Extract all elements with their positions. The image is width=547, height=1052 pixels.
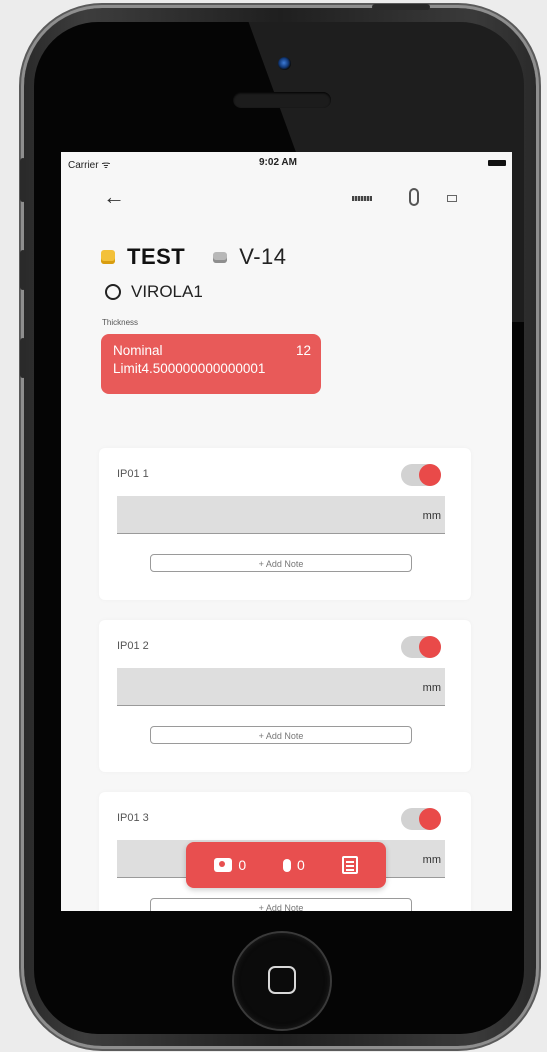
- measurement-input[interactable]: mm: [117, 668, 445, 706]
- unit-label: mm: [422, 510, 441, 522]
- circle-icon: [105, 284, 121, 300]
- measurement-label: IP01 2: [117, 640, 149, 652]
- toggle-knob: [419, 464, 441, 486]
- measurement-toggle[interactable]: [401, 808, 441, 830]
- measurement-label: IP01 3: [117, 812, 149, 824]
- toggle-knob: [419, 808, 441, 830]
- measurement-card: IP01 2 mm + Add Note: [99, 620, 471, 772]
- measurement-toggle[interactable]: [401, 464, 441, 486]
- box-icon: [101, 250, 115, 264]
- photo-button[interactable]: 0: [214, 857, 246, 873]
- thickness-badge: Nominal 12 Limit4.500000000000001: [101, 334, 321, 394]
- arrow-left-icon[interactable]: ←: [103, 186, 125, 208]
- add-note-button[interactable]: + Add Note: [150, 726, 412, 744]
- element-name: VIROLA1: [131, 282, 203, 301]
- media-action-bar: 0 0: [186, 842, 386, 888]
- power-button: [372, 4, 430, 10]
- measurement-toggle[interactable]: [401, 636, 441, 658]
- add-note-button[interactable]: + Add Note: [150, 898, 412, 911]
- clock: 9:02 AM: [259, 157, 297, 168]
- equipment-code: V-14: [239, 244, 287, 269]
- element-row: VIROLA1: [105, 282, 203, 302]
- battery-icon: [488, 160, 506, 166]
- camcorder-icon[interactable]: [447, 195, 457, 202]
- status-bar: Carrier ᯤ 9:02 AM: [61, 152, 512, 172]
- volume-down-button: [20, 338, 26, 378]
- home-square-icon: [268, 966, 296, 994]
- cylinder-icon: [213, 251, 228, 263]
- thickness-label: Thickness: [102, 318, 139, 327]
- measurement-label: IP01 1: [117, 468, 149, 480]
- notes-button[interactable]: [341, 856, 358, 874]
- microphone-icon: [282, 858, 291, 872]
- unit-label: mm: [422, 854, 441, 866]
- nominal-value: 12: [295, 343, 311, 358]
- audio-button[interactable]: 0: [282, 857, 305, 873]
- mute-switch: [20, 158, 26, 202]
- volume-up-button: [20, 250, 26, 290]
- unit-label: mm: [422, 682, 441, 694]
- limit-text: Limit4.500000000000001: [113, 361, 266, 376]
- paperclip-icon[interactable]: [409, 188, 419, 206]
- ruler-icon[interactable]: [352, 196, 372, 201]
- earpiece-speaker: [233, 92, 331, 108]
- title-row: TEST V-14: [101, 242, 287, 272]
- carrier-label: Carrier ᯤ: [68, 160, 111, 171]
- photo-count: 0: [238, 857, 247, 873]
- toggle-knob: [419, 636, 441, 658]
- measurement-card: IP01 1 mm + Add Note: [99, 448, 471, 600]
- front-camera: [278, 57, 291, 70]
- document-icon: [341, 856, 358, 874]
- app-screen: Carrier ᯤ 9:02 AM ← TEST V-14 VIROLA1 Th…: [61, 152, 512, 911]
- camera-icon: [214, 858, 233, 872]
- page-title: TEST: [127, 244, 186, 269]
- add-note-button[interactable]: + Add Note: [150, 554, 412, 572]
- audio-count: 0: [296, 857, 305, 873]
- measurement-input[interactable]: mm: [117, 496, 445, 534]
- nominal-label: Nominal: [113, 343, 163, 358]
